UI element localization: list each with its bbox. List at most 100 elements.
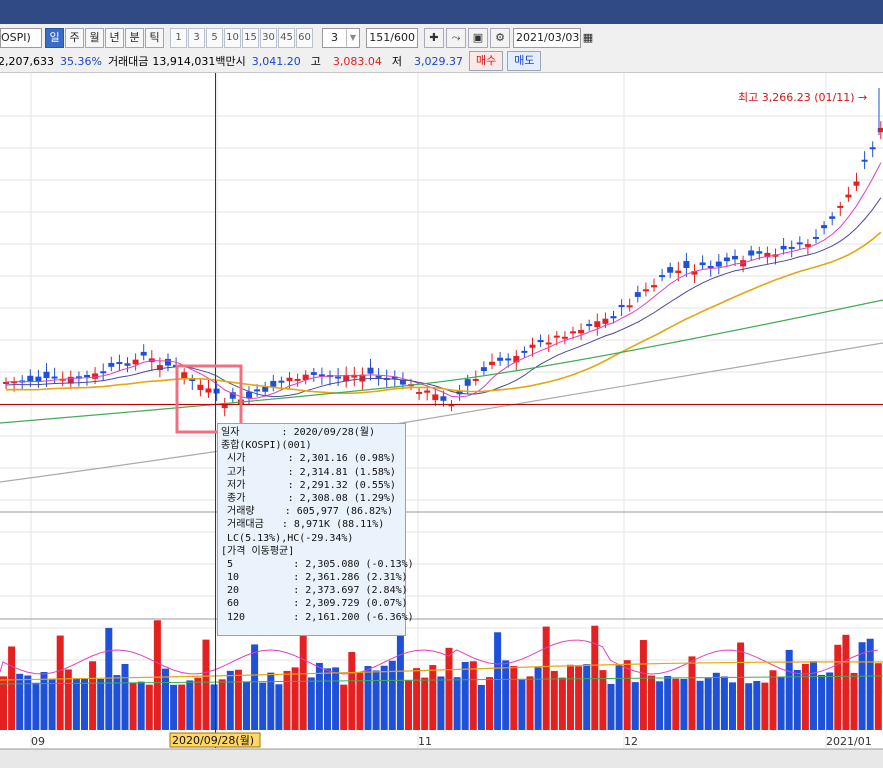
candlestick-chart[interactable]: 최고 3,266.23 (01/11) → 09 2020/09/28(월) 1… <box>0 73 883 768</box>
volume-bar <box>259 682 267 730</box>
volume-bar <box>162 668 169 730</box>
volume-bar <box>429 665 437 730</box>
period-day-button[interactable]: 일 <box>45 28 64 48</box>
volume-bar <box>712 672 720 730</box>
candle-body <box>464 379 471 386</box>
volume-bar <box>453 677 461 730</box>
candle-body <box>707 265 714 268</box>
volume-bar <box>121 663 129 730</box>
index-code-field[interactable]: OSPI) <box>0 28 42 48</box>
buy-button[interactable]: 매수 <box>468 51 504 71</box>
chart-grid <box>0 73 883 748</box>
candle-body <box>667 267 674 273</box>
period-week-button[interactable]: 주 <box>65 28 84 48</box>
calendar-icon[interactable]: ▦ <box>581 29 595 47</box>
gear-icon[interactable]: ⚙ <box>490 28 510 48</box>
volume-bar <box>510 665 518 730</box>
interval-3-button[interactable]: 3 <box>188 28 205 48</box>
period-month-button[interactable]: 월 <box>85 28 104 48</box>
volume-bar <box>526 676 534 730</box>
volume-bar <box>639 640 647 730</box>
volume-bar <box>720 676 728 730</box>
date-field[interactable]: 2021/03/03 <box>513 28 581 48</box>
volume-bar <box>178 684 186 730</box>
candle-body <box>489 361 495 365</box>
volume-bar <box>437 676 445 730</box>
crosshair-tool-icon[interactable]: ✚ <box>424 28 444 48</box>
toolbar-row-quote: 2,207,633 35.36% 거래대금 13,914,031백만 시 3,0… <box>0 50 542 72</box>
tooltip-line: 종합(KOSPI)(001) <box>221 440 312 452</box>
volume-bar <box>251 644 259 730</box>
candle-body <box>35 376 42 382</box>
candle-body <box>84 375 90 378</box>
tooltip-line: 20 : 2,373.697 (2.84%) <box>221 585 408 597</box>
x-axis-bar <box>0 749 883 768</box>
candle-body <box>699 262 706 266</box>
candle-body <box>294 378 301 381</box>
period-year-button[interactable]: 년 <box>105 28 124 48</box>
window-titlebar <box>0 0 883 24</box>
candle-body <box>788 246 795 249</box>
volume-bar <box>218 679 226 730</box>
volume-bar <box>56 635 64 730</box>
volume-bar <box>243 682 250 730</box>
interval-10-button[interactable]: 10 <box>224 28 241 48</box>
volume-bar <box>477 684 485 730</box>
candle-body <box>553 335 560 338</box>
candle-body <box>545 342 552 345</box>
volume-bar <box>575 666 583 730</box>
volume-bar <box>502 660 510 730</box>
candle-body <box>51 376 58 379</box>
moving-average-lines <box>0 162 883 483</box>
volume-bar <box>145 684 153 730</box>
period-minute-button[interactable]: 분 <box>125 28 144 48</box>
candle-body <box>335 376 342 379</box>
candle-body <box>813 236 819 239</box>
period-tick-button[interactable]: 틱 <box>145 28 164 48</box>
volume-bar <box>591 625 599 730</box>
volume-bar <box>729 682 736 730</box>
interval-60-button[interactable]: 60 <box>296 28 313 48</box>
interval-45-button[interactable]: 45 <box>278 28 295 48</box>
sell-button[interactable]: 매도 <box>507 51 542 71</box>
interval-5-button[interactable]: 5 <box>206 28 223 48</box>
open-label: 시 <box>235 55 246 68</box>
bar-count-field[interactable]: 151/600 <box>366 28 418 48</box>
custom-interval-select[interactable]: 3 ▼ <box>322 28 360 48</box>
volume-bar <box>40 672 48 730</box>
interval-15-button[interactable]: 15 <box>242 28 259 48</box>
candle-body <box>472 378 479 381</box>
volume-bar <box>874 663 882 730</box>
tooltip-line: [가격 이동평균] <box>221 545 295 557</box>
interval-30-button[interactable]: 30 <box>260 28 277 48</box>
candle-body <box>132 359 139 365</box>
volume-bar <box>380 665 388 730</box>
candle-body <box>845 194 852 198</box>
volume-bar <box>534 667 542 730</box>
interval-1-button[interactable]: 1 <box>170 28 187 48</box>
candle-body <box>861 159 868 162</box>
candle-body <box>821 225 828 229</box>
candle-body <box>497 357 504 361</box>
candle-body <box>602 318 609 324</box>
volume-bar <box>486 677 493 730</box>
candle-body <box>140 351 147 356</box>
volume-bar <box>696 680 704 730</box>
save-icon[interactable]: ▣ <box>468 28 488 48</box>
candle-body <box>723 257 730 262</box>
volume-bar <box>81 678 88 730</box>
volume-bar <box>372 670 380 730</box>
volume-bar <box>834 644 842 730</box>
candle-body <box>27 375 34 382</box>
x-label-12: 12 <box>624 735 638 748</box>
candle-body <box>165 358 171 366</box>
chevron-down-icon[interactable]: ▼ <box>346 29 359 47</box>
candle-body <box>780 245 787 250</box>
ma20-line <box>5 231 882 395</box>
volume-bar <box>623 660 631 730</box>
volume-bar <box>364 666 372 730</box>
candle-body <box>416 391 423 394</box>
volume-bar <box>567 664 574 730</box>
volume-bar <box>210 684 218 730</box>
line-tool-icon[interactable]: ⤳ <box>446 28 466 48</box>
